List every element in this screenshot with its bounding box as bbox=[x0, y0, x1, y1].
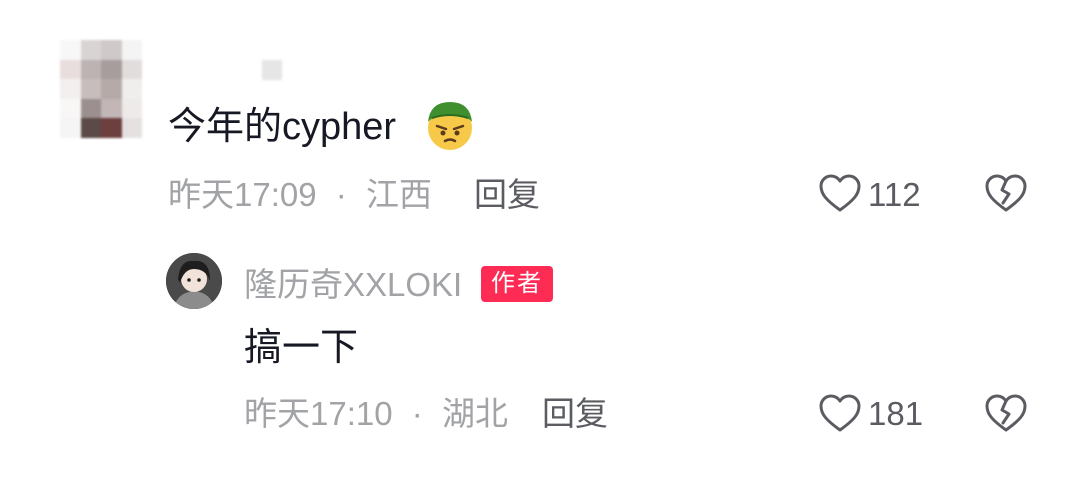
dislike-broken-heart-icon[interactable] bbox=[984, 392, 1028, 436]
comment-text: 今年的cypher bbox=[168, 106, 397, 148]
like-heart-icon[interactable] bbox=[818, 172, 862, 216]
comment-time: 昨天17:09 bbox=[168, 176, 317, 213]
comment-location: 江西 bbox=[365, 176, 432, 213]
reply-text: 搞一下 bbox=[244, 327, 359, 369]
author-badge: 作者 bbox=[481, 266, 553, 302]
commenter-avatar[interactable] bbox=[60, 40, 142, 138]
comment-like-count: 112 bbox=[868, 176, 921, 213]
reply-reply-button[interactable]: 回复 bbox=[542, 394, 608, 434]
comment-meta: 昨天17:09 · 江西 bbox=[168, 175, 432, 215]
dislike-broken-heart-icon[interactable] bbox=[984, 172, 1028, 216]
reply-meta: 昨天17:10 · 湖北 bbox=[244, 394, 508, 434]
smiling-face-with-green-hat-emoji bbox=[428, 102, 472, 150]
reply-location: 湖北 bbox=[441, 395, 508, 432]
meta-separator: · bbox=[411, 395, 423, 432]
comment-reply-button[interactable]: 回复 bbox=[474, 175, 540, 215]
commenter-name-blurred[interactable] bbox=[262, 60, 282, 80]
author-avatar[interactable] bbox=[166, 253, 222, 309]
meta-separator: · bbox=[335, 176, 347, 213]
reply-like-count: 181 bbox=[868, 395, 924, 432]
reply-time: 昨天17:10 bbox=[244, 395, 393, 432]
like-heart-icon[interactable] bbox=[818, 392, 862, 436]
author-avatar-illustration-icon bbox=[166, 253, 222, 309]
author-name[interactable]: 隆历奇XXLOKI bbox=[244, 265, 462, 305]
